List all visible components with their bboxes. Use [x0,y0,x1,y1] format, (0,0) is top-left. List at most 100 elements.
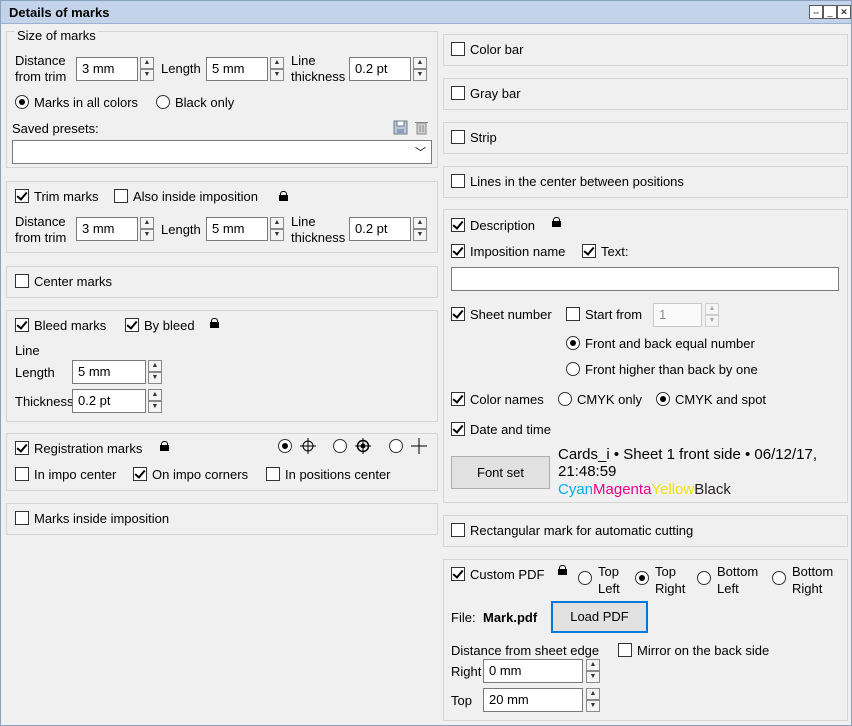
start-from-input[interactable]: 1 [653,303,702,327]
top-input[interactable]: 20 mm [483,688,583,712]
description-checkbox[interactable] [451,218,465,232]
trim-length-spinner[interactable]: ▲ ▼ [270,217,284,241]
length-spinner[interactable]: ▲ ▼ [270,57,284,81]
minimize-icon[interactable]: _ [823,5,837,19]
trim-length-input[interactable]: 5 mm [206,217,268,241]
trim-marks-label: Trim marks [34,189,99,204]
front-back-equal-label: Front and back equal number [585,336,755,351]
distance-label: Distance from trim [15,53,67,84]
trim-distance-spinner[interactable]: ▲ ▼ [140,217,154,241]
bottom-right-radio[interactable] [772,571,786,585]
trim-distance-input[interactable]: 3 mm [76,217,138,241]
cmyk-only-label: CMYK only [577,392,643,407]
load-pdf-button[interactable]: Load PDF [551,601,648,633]
reg-style-cross-radio[interactable] [389,439,403,453]
mirror-label: Mirror on the back side [637,643,770,658]
date-time-label: Date and time [470,422,551,437]
custom-pdf-label: Custom PDF [470,567,545,582]
marks-all-colors-label: Marks in all colors [34,95,139,110]
cmyk-only-radio[interactable] [558,392,572,406]
line-thickness-input[interactable]: 0.2 pt [349,57,411,81]
length-input[interactable]: 5 mm [206,57,268,81]
marks-all-colors-radio[interactable] [15,95,29,109]
in-positions-center-checkbox[interactable] [266,467,280,481]
also-inside-label: Also inside imposition [133,189,259,204]
sheet-number-checkbox[interactable] [451,307,465,321]
black-only-radio[interactable] [156,95,170,109]
center-marks-checkbox[interactable] [15,274,29,288]
lines-center-checkbox[interactable] [451,174,465,188]
reg-style-crosshair-circle-radio[interactable] [278,439,292,453]
top-spinner[interactable]: ▲ ▼ [586,688,600,712]
preview-magenta: Magenta [593,481,652,498]
marks-inside-checkbox[interactable] [15,511,29,525]
preview-yellow: Yellow [651,481,695,498]
custom-pdf-checkbox[interactable] [451,567,465,581]
in-impo-center-label: In impo center [34,467,117,482]
front-higher-radio[interactable] [566,362,580,376]
trim-line-input[interactable]: 0.2 pt [349,217,411,241]
top-right-label: Top Right [655,564,686,596]
distance-spinner[interactable]: ▲ ▼ [140,57,154,81]
saved-presets-dropdown[interactable] [12,140,432,164]
start-from-checkbox[interactable] [566,307,580,321]
restore-icon[interactable]: ⇔ [809,5,823,19]
right-label: Right [451,664,482,679]
gray-bar-checkbox[interactable] [451,86,465,100]
font-set-button[interactable]: Font set [451,456,550,489]
imposition-name-checkbox[interactable] [451,244,465,258]
top-right-radio[interactable] [635,571,649,585]
save-preset-icon[interactable] [393,120,408,135]
by-bleed-checkbox[interactable] [125,318,139,332]
date-time-checkbox[interactable] [451,422,465,436]
on-impo-corners-checkbox[interactable] [133,467,147,481]
bleed-thickness-input[interactable]: 0.2 pt [72,389,146,413]
start-from-spinner[interactable]: ▲ ▼ [705,303,719,327]
color-names-checkbox[interactable] [451,392,465,406]
bleed-thickness-label: Thickness [15,394,74,409]
right-input[interactable]: 0 mm [483,659,583,683]
file-label: File: [451,610,476,625]
chevron-down-icon[interactable]: ﹀ [415,144,426,160]
delete-preset-icon[interactable] [414,120,429,135]
color-bar-checkbox[interactable] [451,42,465,56]
mirror-checkbox[interactable] [618,643,632,657]
bleed-marks-checkbox[interactable] [15,318,29,332]
start-from-label: Start from [585,307,643,322]
in-positions-center-label: In positions center [285,467,391,482]
description-label: Description [470,218,536,233]
rect-mark-checkbox[interactable] [451,523,465,537]
lock-icon [552,217,561,227]
bleed-length-input[interactable]: 5 mm [72,360,146,384]
trim-line-spinner[interactable]: ▲ ▼ [413,217,427,241]
on-impo-corners-label: On impo corners [152,467,249,482]
strip-checkbox[interactable] [451,130,465,144]
details-of-marks-window: Details of marks ⇔ _ ✕ Size of marks Dis… [0,0,852,726]
in-impo-center-checkbox[interactable] [15,467,29,481]
right-spinner[interactable]: ▲ ▼ [586,659,600,683]
gray-bar-label: Gray bar [470,86,521,101]
lock-icon [210,318,219,328]
bleed-length-spinner[interactable]: ▲ ▼ [148,360,162,384]
line-thickness-spinner[interactable]: ▲ ▼ [413,57,427,81]
title-bar: Details of marks ⇔ _ ✕ [1,1,851,24]
front-back-equal-radio[interactable] [566,336,580,350]
lock-icon [160,441,169,451]
close-icon[interactable]: ✕ [837,5,851,19]
lock-icon [558,565,567,575]
also-inside-checkbox[interactable] [114,189,128,203]
bleed-length-label: Length [15,365,55,380]
bottom-left-radio[interactable] [697,571,711,585]
description-text-input[interactable] [451,267,839,291]
reg-style-target-radio[interactable] [333,439,347,453]
distance-input[interactable]: 3 mm [76,57,138,81]
preview-line-1: Cards_i • Sheet 1 front side • 06/12/17, [558,446,817,463]
preview-cyan: Cyan [558,481,594,498]
file-name: Mark.pdf [483,610,538,625]
bleed-thickness-spinner[interactable]: ▲ ▼ [148,389,162,413]
text-checkbox[interactable] [582,244,596,258]
top-left-radio[interactable] [578,571,592,585]
registration-marks-checkbox[interactable] [15,441,29,455]
cmyk-and-spot-radio[interactable] [656,392,670,406]
trim-marks-checkbox[interactable] [15,189,29,203]
